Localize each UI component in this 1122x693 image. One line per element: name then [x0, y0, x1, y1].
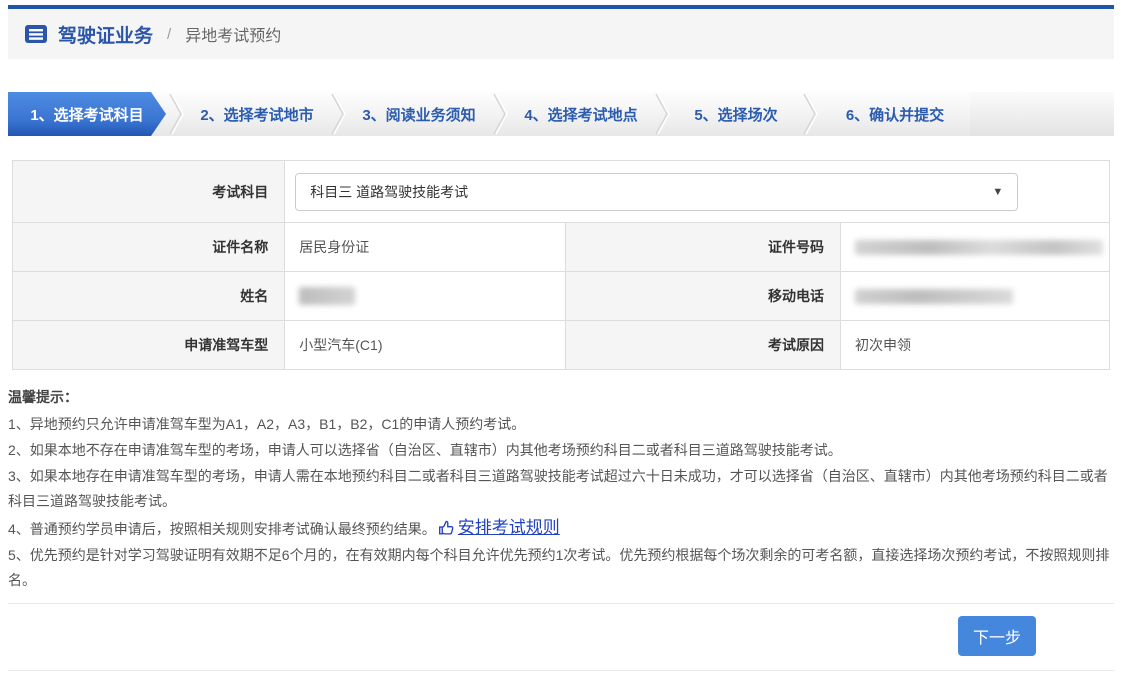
tip-item-4-text: 4、普通预约学员申请后，按照相关规则安排考试确认最终预约结果。	[8, 521, 436, 537]
breadcrumb-separator: /	[167, 26, 171, 43]
step-4-select-exam-site[interactable]: 4、选择考试地点	[510, 92, 652, 136]
step-label: 2、选择考试地市	[200, 104, 313, 125]
step-2-select-exam-city[interactable]: 2、选择考试地市	[186, 92, 328, 136]
breadcrumb-current-page: 异地考试预约	[185, 22, 281, 46]
step-5-select-session[interactable]: 5、选择场次	[672, 92, 800, 136]
chevron-separator-icon	[652, 92, 672, 136]
tips-title: 温馨提示：	[8, 386, 1114, 408]
tip-item-5: 5、优先预约是针对学习驾驶证明有效期不足6个月的，在有效期内每个科目允许优先预约…	[8, 543, 1114, 593]
tips-section: 温馨提示： 1、异地预约只允许申请准驾车型为A1，A2，A3，B1，B2，C1的…	[8, 386, 1114, 593]
table-row: 申请准驾车型 小型汽车(C1) 考试原因 初次申领	[13, 321, 1110, 370]
chevron-separator-icon	[328, 92, 348, 136]
dropdown-arrow-icon: ▼	[992, 186, 1003, 198]
breadcrumb: 驾驶证业务 / 异地考试预约	[8, 9, 1114, 59]
redacted-name	[299, 287, 355, 305]
step-3-read-business-notice[interactable]: 3、阅读业务须知	[348, 92, 490, 136]
exam-rules-link-label: 安排考试规则	[458, 515, 560, 540]
value-vehicle-type: 小型汽车(C1)	[285, 321, 566, 370]
step-label: 6、确认并提交	[846, 104, 944, 125]
table-row: 证件名称 居民身份证 证件号码	[13, 223, 1110, 272]
chevron-separator-icon	[166, 92, 186, 136]
step-label: 3、阅读业务须知	[362, 104, 475, 125]
label-exam-subject: 考试科目	[13, 161, 285, 223]
tip-item-3: 3、如果本地存在申请准驾车型的考场，申请人需在本地预约科目二或者科目三道路驾驶技…	[8, 464, 1114, 514]
exam-subject-select[interactable]: 科目三 道路驾驶技能考试 ▼	[295, 173, 1018, 211]
step-label: 4、选择考试地点	[524, 104, 637, 125]
redacted-id-number	[855, 240, 1103, 255]
label-exam-reason: 考试原因	[566, 321, 841, 370]
thumbs-up-icon	[438, 519, 455, 536]
next-step-button[interactable]: 下一步	[958, 616, 1036, 656]
value-id-type: 居民身份证	[285, 223, 566, 272]
label-mobile-phone: 移动电话	[566, 272, 841, 321]
tip-item-2: 2、如果本地不存在申请准驾车型的考场，申请人可以选择省（自治区、直辖市）内其他考…	[8, 438, 1114, 463]
label-id-number: 证件号码	[566, 223, 841, 272]
page: 驾驶证业务 / 异地考试预约 1、选择考试科目 2、选择考试地市 3、阅读业务须…	[0, 5, 1122, 671]
label-id-type: 证件名称	[13, 223, 285, 272]
step-1-select-exam-subject[interactable]: 1、选择考试科目	[8, 92, 166, 136]
table-row: 姓名 移动电话	[13, 272, 1110, 321]
tip-item-1: 1、异地预约只允许申请准驾车型为A1，A2，A3，B1，B2，C1的申请人预约考…	[8, 412, 1114, 437]
applicant-info-table: 考试科目 科目三 道路驾驶技能考试 ▼ 证件名称 居民身份证 证件号码 姓名 移…	[12, 160, 1110, 370]
step-6-confirm-and-submit[interactable]: 6、确认并提交	[820, 92, 970, 136]
redacted-mobile-phone	[855, 289, 1013, 304]
label-name: 姓名	[13, 272, 285, 321]
wizard-steps: 1、选择考试科目 2、选择考试地市 3、阅读业务须知 4、选择考试地点 5、选择	[8, 92, 1114, 136]
breadcrumb-section[interactable]: 驾驶证业务	[58, 21, 153, 48]
exam-rules-link[interactable]: 安排考试规则	[438, 515, 560, 540]
exam-subject-selected-value: 科目三 道路驾驶技能考试	[310, 182, 468, 202]
footer-actions: 下一步	[8, 603, 1114, 671]
table-row: 考试科目 科目三 道路驾驶技能考试 ▼	[13, 161, 1110, 223]
chevron-separator-icon	[800, 92, 820, 136]
step-label: 5、选择场次	[694, 104, 777, 125]
label-vehicle-type: 申请准驾车型	[13, 321, 285, 370]
steps-filler	[970, 92, 1114, 136]
value-exam-reason: 初次申领	[840, 321, 1109, 370]
step-label: 1、选择考试科目	[30, 104, 143, 125]
tip-item-4: 4、普通预约学员申请后，按照相关规则安排考试确认最终预约结果。 安排考试规则	[8, 515, 1114, 542]
list-icon	[24, 22, 48, 46]
chevron-separator-icon	[490, 92, 510, 136]
